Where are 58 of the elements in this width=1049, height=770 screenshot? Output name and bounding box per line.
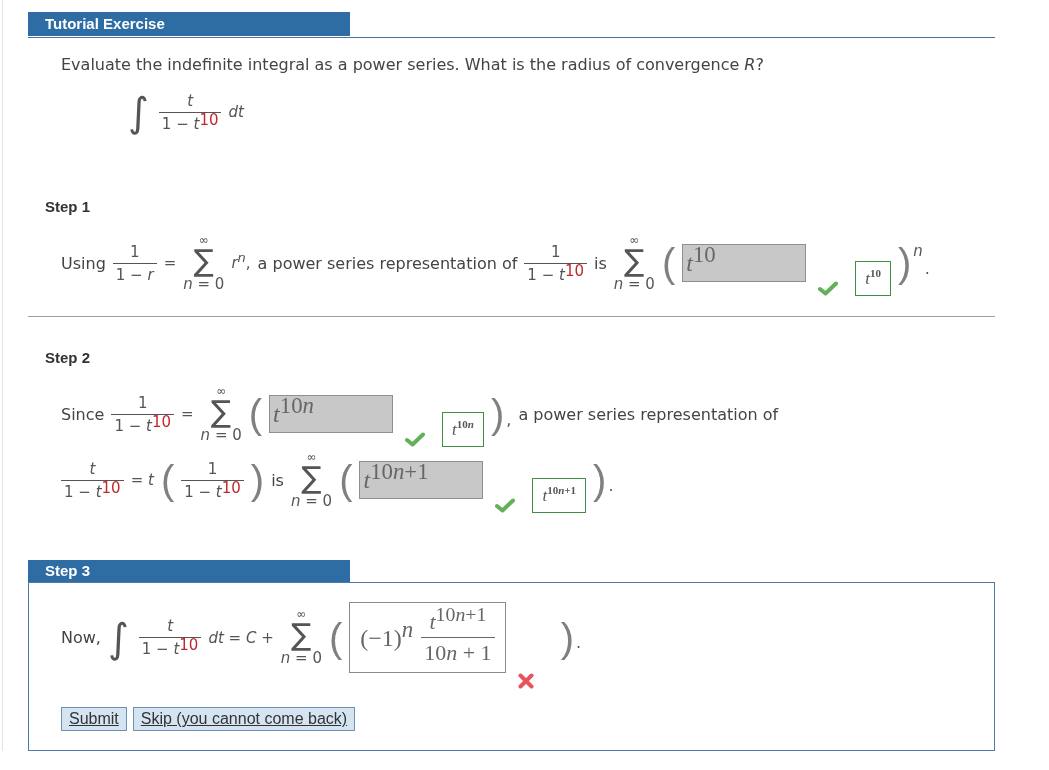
fraction-numerator: 1 <box>112 242 157 264</box>
correct-answer: t$^{10}$ <box>855 261 891 296</box>
math-expression: dt <box>228 103 244 121</box>
summation-sign: ∑ <box>624 245 645 276</box>
math-expression: = <box>163 254 177 272</box>
step-text: a power series representation of <box>257 253 518 273</box>
step-text: Now, <box>61 628 101 647</box>
parenthesis: ) <box>898 242 912 284</box>
sum-upper-limit: ∞ <box>629 233 640 246</box>
summation-sign: ∑ <box>291 620 312 650</box>
parenthesis: ) <box>560 616 574 659</box>
step-text: a power series representation of <box>518 404 779 424</box>
punctuation: . <box>608 475 614 495</box>
parenthesis: ( <box>160 459 175 501</box>
fraction-numerator: 1 <box>181 459 244 481</box>
form-button[interactable]: Skip (you cannot come back) <box>132 707 356 731</box>
parenthesis: ) <box>490 393 505 435</box>
step-label: Step 1 <box>45 198 91 216</box>
integral-sign: ∫ <box>128 90 149 134</box>
step-label: Step 2 <box>45 349 91 367</box>
math-expression: r$^{n}$, <box>231 254 251 272</box>
fraction-numerator: 1 <box>111 393 175 415</box>
math-expression: = <box>181 405 194 423</box>
parenthesis: ( <box>248 393 263 435</box>
sum-lower-limit: n = 0 <box>280 650 322 667</box>
summation-sign: ∑ <box>211 396 232 427</box>
sum-upper-limit: ∞ <box>296 608 307 620</box>
step-text: Since <box>61 404 105 424</box>
parenthesis: ( <box>661 242 676 284</box>
math-expression: dt = C + <box>208 628 274 647</box>
summation-sign: ∑ <box>301 462 322 493</box>
integral-sign: ∫ <box>107 615 129 660</box>
fraction-denominator: 10n + 1 <box>423 639 493 666</box>
math-expression: = t <box>130 471 154 489</box>
step-text: is <box>271 470 284 490</box>
section-header: Tutorial Exercise <box>28 12 350 36</box>
punctuation: , <box>506 409 512 429</box>
parenthesis: ) <box>250 459 265 501</box>
fraction-numerator: t <box>158 91 222 113</box>
prompt-text: Evaluate the indefinite integral as a power series. What is the radius of convergence R? <box>61 55 765 74</box>
parenthesis: ( <box>328 616 343 659</box>
sum-upper-limit: ∞ <box>216 384 227 397</box>
exponent: n <box>913 242 923 260</box>
form-button[interactable]: Submit <box>61 707 127 731</box>
sum-upper-limit: ∞ <box>306 450 317 463</box>
punctuation: . <box>575 633 582 652</box>
fraction-numerator: 1 <box>524 242 587 264</box>
step-text: is <box>593 253 607 273</box>
parenthesis: ) <box>593 459 607 501</box>
punctuation: . <box>924 258 930 278</box>
parenthesis: ( <box>339 459 353 501</box>
fraction-denominator: 1 − r <box>114 264 156 284</box>
fraction-numerator: t <box>61 459 124 481</box>
summation-sign: ∑ <box>193 245 214 276</box>
fraction-numerator: t <box>138 617 202 638</box>
step-header: Step 3 <box>28 560 350 582</box>
step-text: Using <box>61 253 106 273</box>
sum-upper-limit: ∞ <box>198 233 209 246</box>
